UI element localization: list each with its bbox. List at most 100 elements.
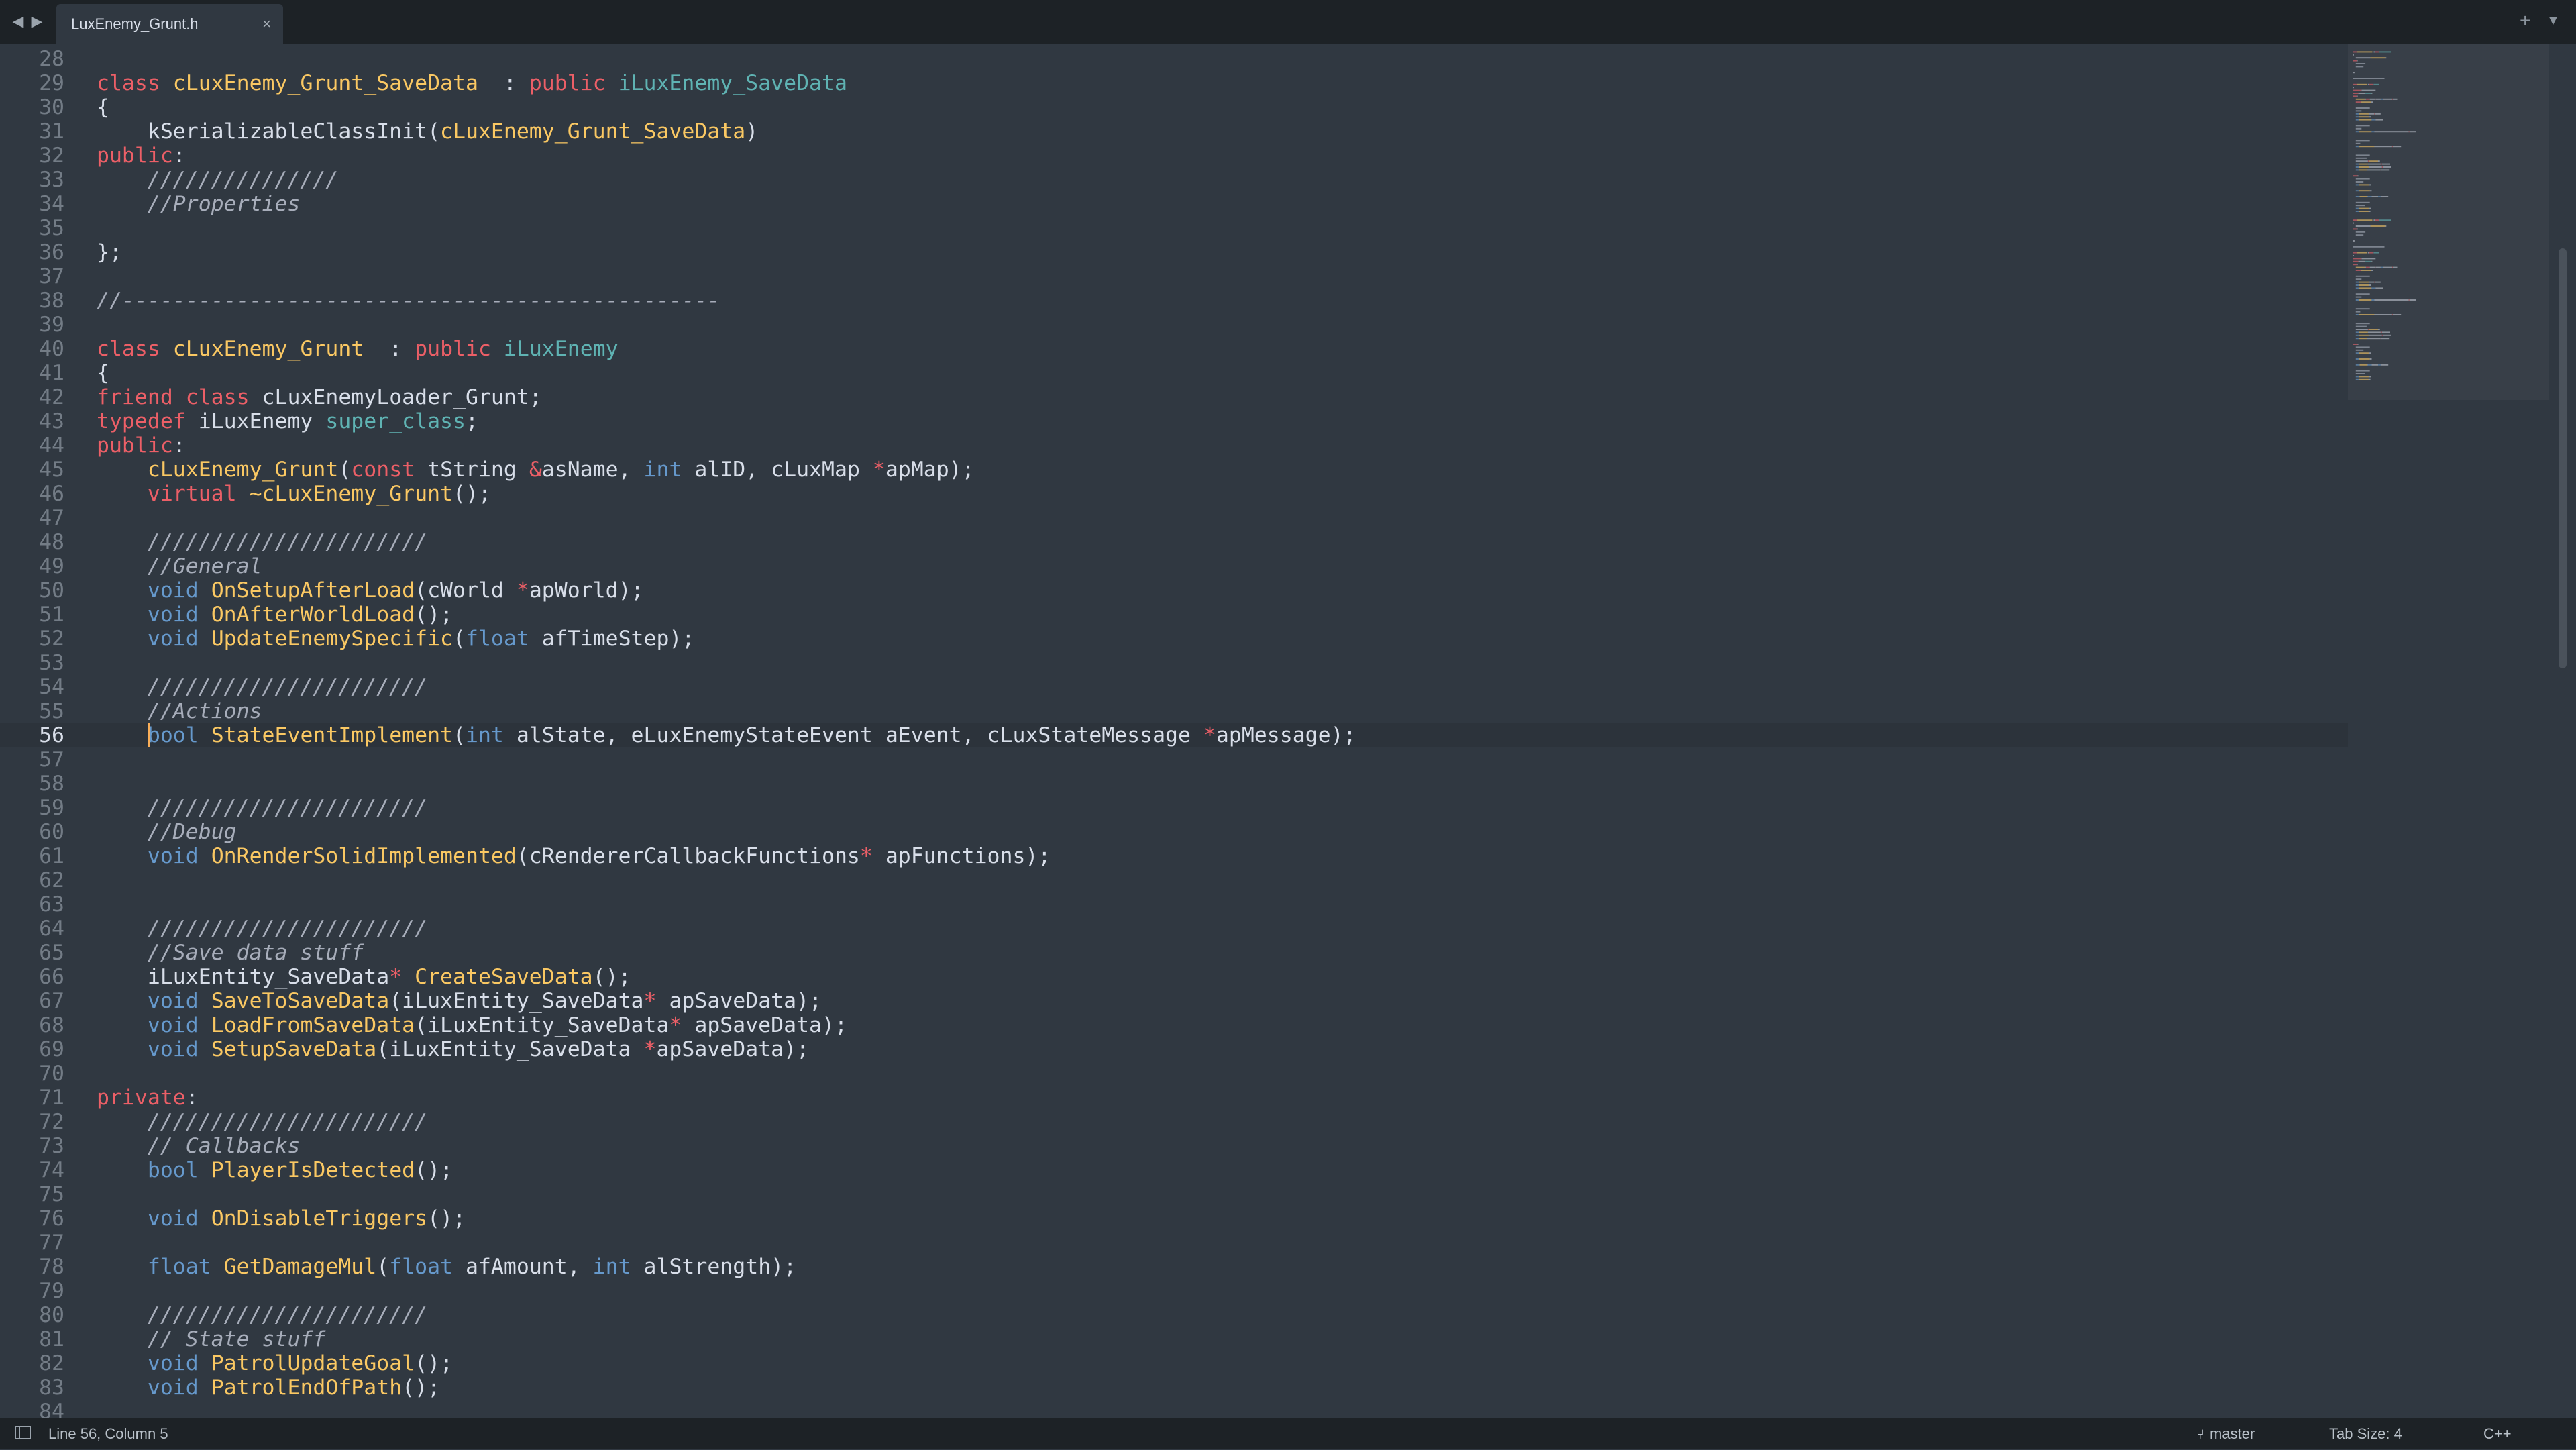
code-line[interactable]: 48 ////////////////////// [0, 530, 2348, 554]
code-text: ////////////////////// [147, 530, 428, 554]
code-line[interactable]: 73 // Callbacks [0, 1134, 2348, 1158]
code-line[interactable]: 76 void OnDisableTriggers(); [0, 1206, 2348, 1231]
code-line[interactable]: 79 [0, 1279, 2348, 1303]
code-line[interactable]: 58 [0, 772, 2348, 796]
code-text: void OnRenderSolidImplemented(cRendererC… [147, 844, 1051, 868]
tab-back-icon[interactable]: ◀ [11, 12, 25, 31]
code-line[interactable]: 29 class cLuxEnemy_Grunt_SaveData : publi… [0, 71, 2348, 95]
code-line[interactable]: 46 virtual ~cLuxEnemy_Grunt(); [0, 482, 2348, 506]
code-line[interactable]: 36}; [0, 240, 2348, 264]
code-line[interactable]: 62 [0, 868, 2348, 892]
code-line[interactable]: 37 [0, 264, 2348, 289]
line-number: 62 [39, 868, 64, 892]
tab-title: LuxEnemy_Grunt.h [71, 15, 199, 32]
code-line[interactable]: 60 //Debug [0, 820, 2348, 844]
code-line[interactable]: 66 iLuxEntity_SaveData* CreateSaveData()… [0, 965, 2348, 989]
code-line[interactable]: 43 typedef iLuxEnemy super_class; [0, 409, 2348, 433]
git-branch[interactable]: ⑂ master [2196, 1418, 2255, 1450]
code-line[interactable]: 40 class cLuxEnemy_Grunt : public iLuxEne… [0, 337, 2348, 361]
code-line[interactable]: 49 //General [0, 554, 2348, 578]
line-number: 72 [39, 1110, 64, 1134]
code-line[interactable]: 54 ////////////////////// [0, 675, 2348, 699]
code-line[interactable]: 53 [0, 651, 2348, 675]
code-text: bool PlayerIsDetected(); [147, 1158, 453, 1182]
code-text: { [97, 361, 109, 385]
code-line[interactable]: 59 ////////////////////// [0, 796, 2348, 820]
code-line[interactable]: 75 [0, 1182, 2348, 1206]
code-line[interactable]: 55 //Actions [0, 699, 2348, 723]
code-line[interactable]: 78 float GetDamageMul(float afAmount, in… [0, 1255, 2348, 1279]
code-line[interactable]: 31 kSerializableClassInit(cLuxEnemy_Grun… [0, 119, 2348, 144]
code-line[interactable]: 63 [0, 892, 2348, 917]
code-line[interactable]: 65 //Save data stuff [0, 941, 2348, 965]
code-line[interactable]: 41 { [0, 361, 2348, 385]
code-line[interactable]: 32 public: [0, 144, 2348, 168]
code-text: ////////////////////// [147, 1303, 428, 1327]
code-line[interactable]: 50 void OnSetupAfterLoad(cWorld *apWorld… [0, 578, 2348, 603]
code-line[interactable]: 30 { [0, 95, 2348, 119]
code-text: // Callbacks [147, 1134, 301, 1158]
code-text: ////////////////////// [147, 796, 428, 820]
tab-menu-chevron-down-icon[interactable]: ▼ [2546, 9, 2560, 32]
line-number: 69 [39, 1037, 64, 1061]
code-line[interactable]: 38 //------------------------------------… [0, 289, 2348, 313]
line-number: 41 [39, 361, 64, 385]
code-line[interactable]: 34 //Properties [0, 192, 2348, 216]
line-number: 31 [39, 119, 64, 144]
tab-luxenemy-grunt[interactable]: LuxEnemy_Grunt.h × [56, 4, 283, 44]
toggle-panel-icon[interactable] [15, 1426, 31, 1439]
code-text: float GetDamageMul(float afAmount, int a… [147, 1255, 797, 1279]
code-line[interactable]: 56 bool StateEventImplement(int alState,… [0, 723, 2348, 747]
tab-size-selector[interactable]: Tab Size: 4 [2329, 1418, 2402, 1449]
code-line[interactable]: 52 void UpdateEnemySpecific(float afTime… [0, 627, 2348, 651]
code-text: void LoadFromSaveData(iLuxEntity_SaveDat… [147, 1013, 847, 1037]
code-line[interactable]: 81 // State stuff [0, 1327, 2348, 1351]
code-line[interactable]: 77 [0, 1231, 2348, 1255]
code-line[interactable]: 33 /////////////// [0, 168, 2348, 192]
code-text: kSerializableClassInit(cLuxEnemy_Grunt_S… [97, 119, 759, 144]
line-number: 64 [39, 917, 64, 941]
syntax-selector[interactable]: C++ [2483, 1418, 2512, 1449]
line-number: 48 [39, 530, 64, 554]
line-number: 29 [39, 71, 64, 95]
code-text: typedef iLuxEnemy super_class; [97, 409, 478, 433]
code-line[interactable]: 70 [0, 1061, 2348, 1086]
code-line[interactable]: 71 private: [0, 1086, 2348, 1110]
code-line[interactable]: 83 void PatrolEndOfPath(); [0, 1376, 2348, 1400]
code-line[interactable]: 45 cLuxEnemy_Grunt(const tString &asName… [0, 458, 2348, 482]
code-line[interactable]: 64 ////////////////////// [0, 917, 2348, 941]
code-line[interactable]: 44 public: [0, 433, 2348, 458]
line-number: 50 [39, 578, 64, 603]
code-text: void OnSetupAfterLoad(cWorld *apWorld); [147, 578, 644, 603]
code-line[interactable]: 72 ////////////////////// [0, 1110, 2348, 1134]
scrollbar-thumb[interactable] [2559, 248, 2567, 668]
code-line[interactable]: 68 void LoadFromSaveData(iLuxEntity_Save… [0, 1013, 2348, 1037]
code-line[interactable]: 28 [0, 47, 2348, 71]
line-number: 79 [39, 1279, 64, 1303]
line-number: 28 [39, 47, 64, 71]
code-line[interactable]: 84 [0, 1400, 2348, 1418]
line-number: 61 [39, 844, 64, 868]
code-line[interactable]: 39 [0, 313, 2348, 337]
code-line[interactable]: 42 friend class cLuxEnemyLoader_Grunt; [0, 385, 2348, 409]
code-line[interactable]: 80 ////////////////////// [0, 1303, 2348, 1327]
code-line[interactable]: 61 void OnRenderSolidImplemented(cRender… [0, 844, 2348, 868]
minimap-viewport[interactable] [2348, 44, 2549, 400]
cursor-position: Line 56, Column 5 [48, 1425, 168, 1442]
code-text: void OnDisableTriggers(); [147, 1206, 466, 1231]
code-text: void SetupSaveData(iLuxEntity_SaveData *… [147, 1037, 810, 1061]
code-line[interactable]: 69 void SetupSaveData(iLuxEntity_SaveDat… [0, 1037, 2348, 1061]
code-line[interactable]: 47 [0, 506, 2348, 530]
code-line[interactable]: 82 void PatrolUpdateGoal(); [0, 1351, 2348, 1376]
new-tab-icon[interactable]: + [2520, 9, 2530, 32]
code-line[interactable]: 74 bool PlayerIsDetected(); [0, 1158, 2348, 1182]
code-line[interactable]: 57 [0, 747, 2348, 772]
line-number: 65 [39, 941, 64, 965]
code-line[interactable]: 51 void OnAfterWorldLoad(); [0, 603, 2348, 627]
code-line[interactable]: 35 [0, 216, 2348, 240]
code-line[interactable]: 67 void SaveToSaveData(iLuxEntity_SaveDa… [0, 989, 2348, 1013]
close-icon[interactable]: × [262, 4, 271, 44]
tab-forward-icon[interactable]: ▶ [30, 12, 44, 31]
line-number: 68 [39, 1013, 64, 1037]
code-editor[interactable]: 28 29 class cLuxEnemy_Grunt_SaveData : pub… [0, 47, 2348, 1418]
